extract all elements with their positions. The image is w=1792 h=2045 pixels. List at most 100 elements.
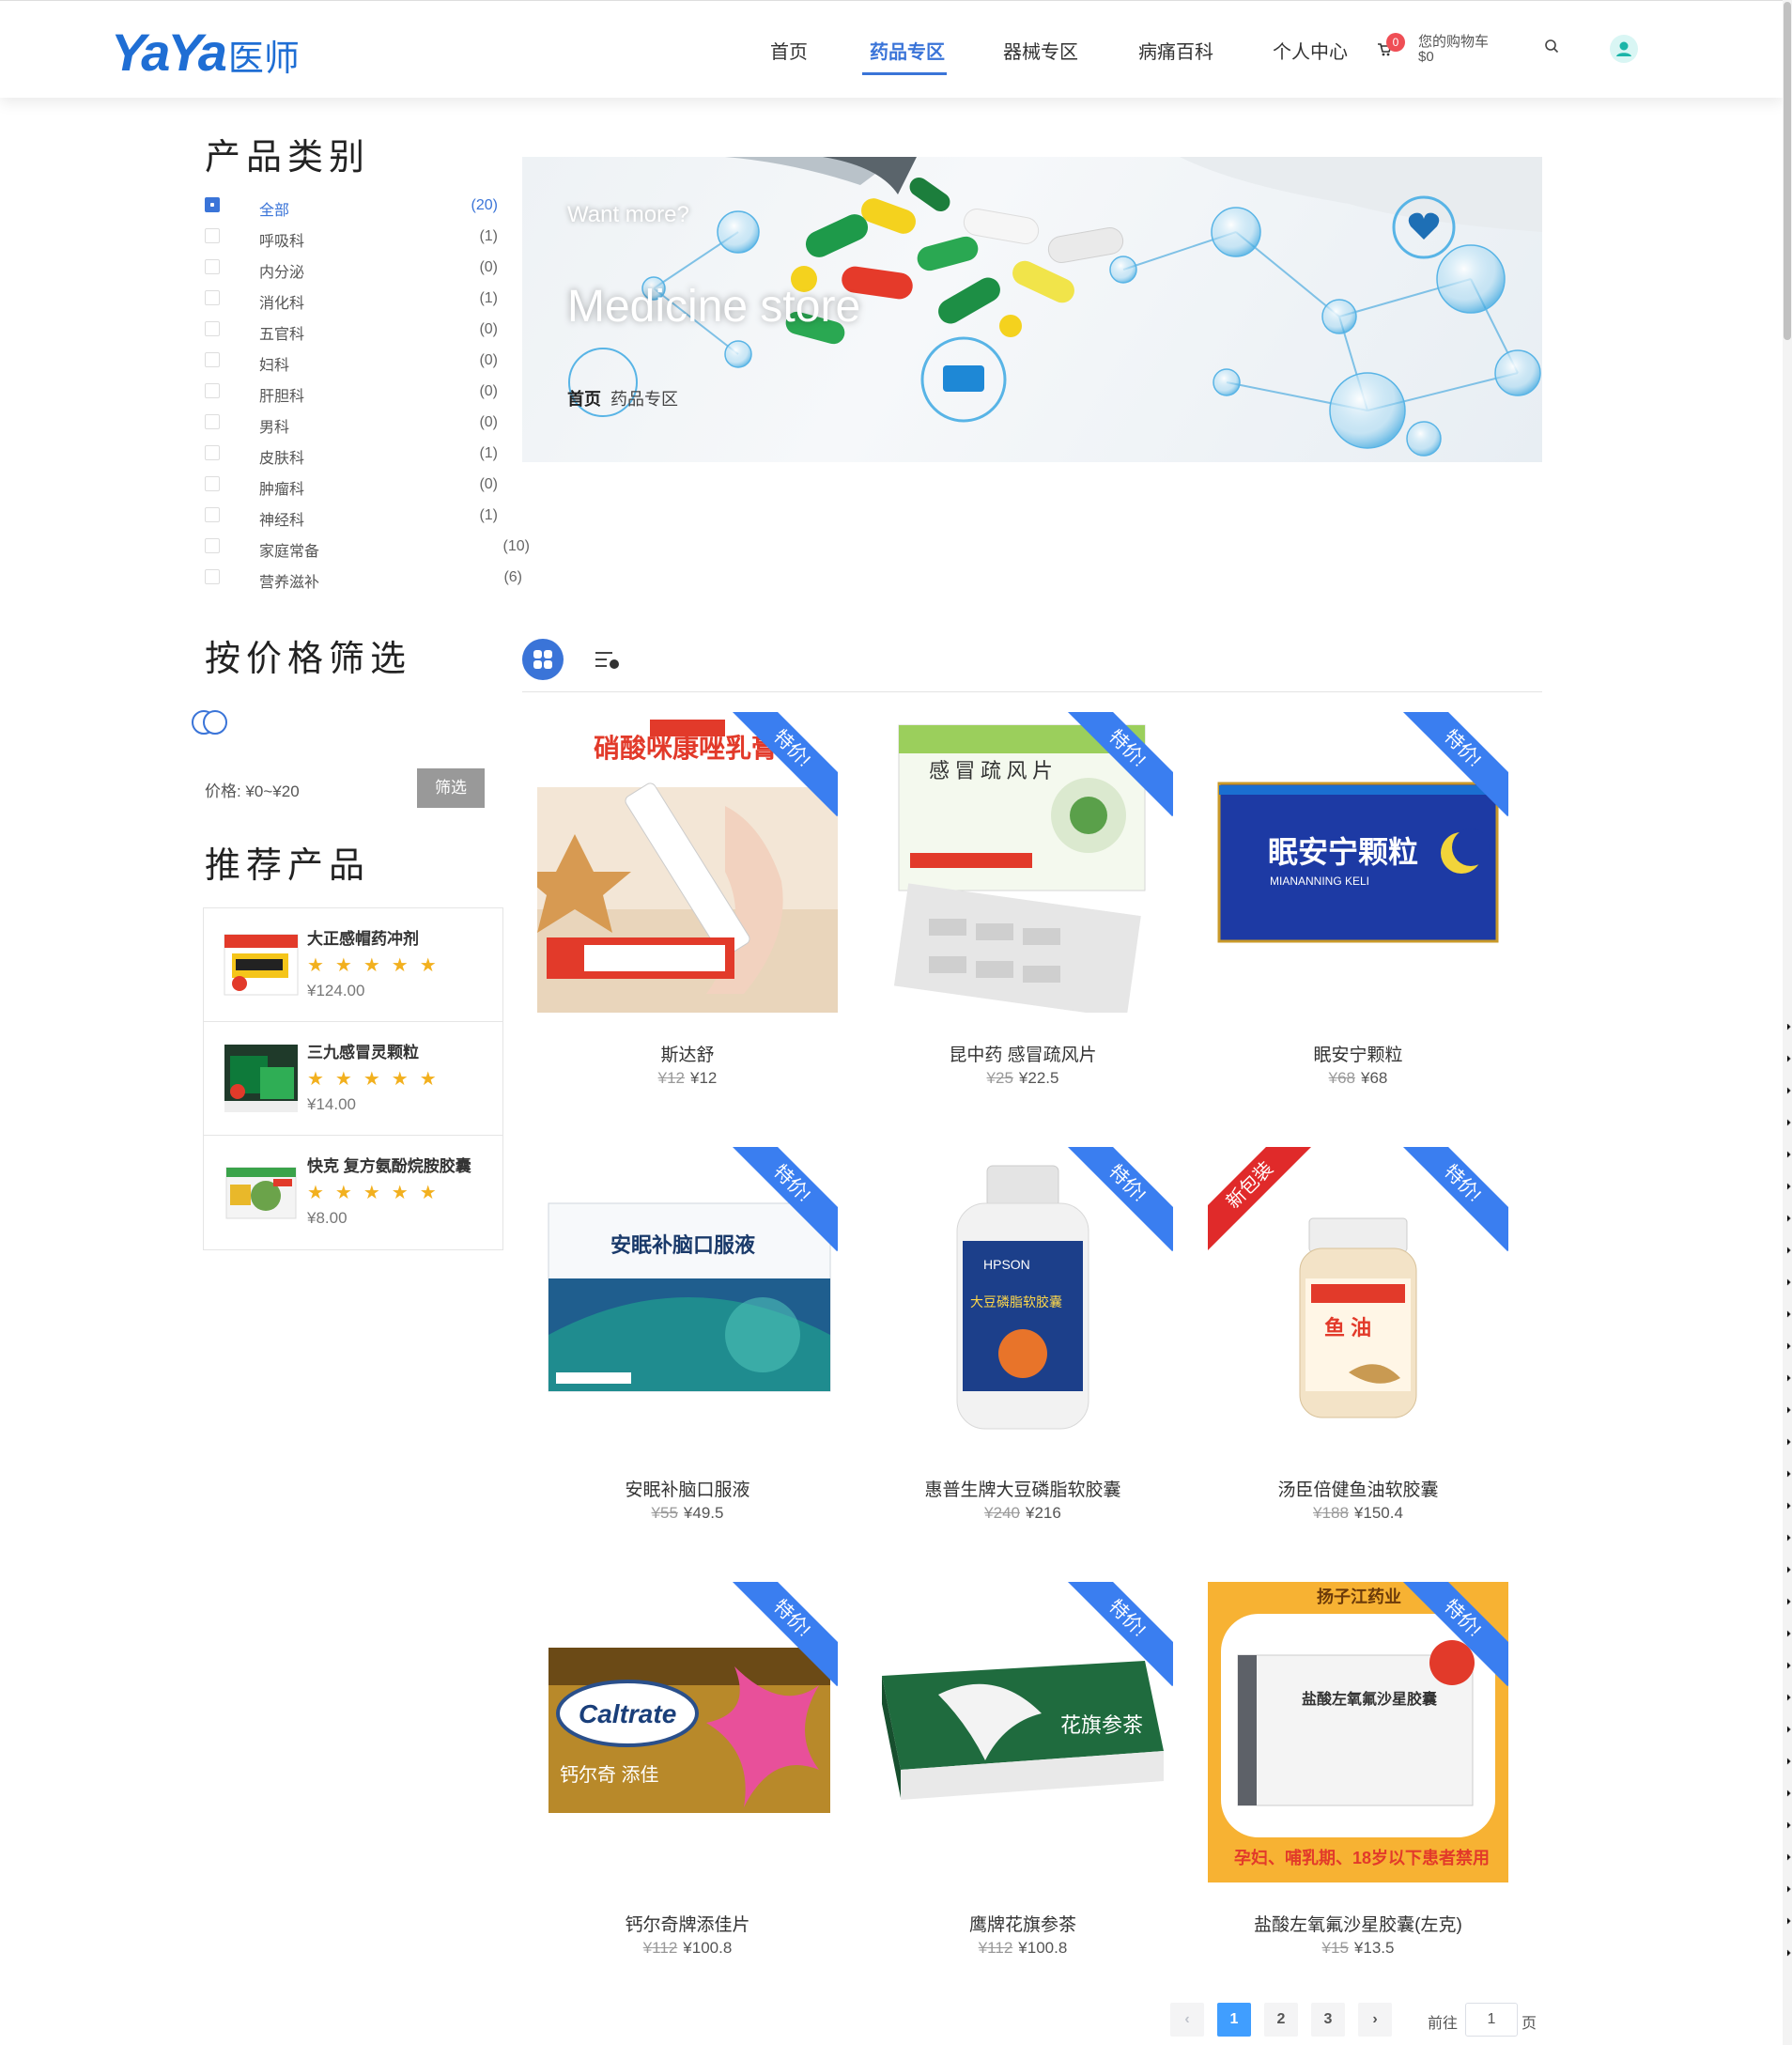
category-item[interactable]: 营养滋补 (6) — [205, 565, 543, 596]
nav-encyclopedia[interactable]: 病痛百科 — [1138, 37, 1213, 64]
original-price: ¥68 — [1328, 1069, 1355, 1087]
recommended-item[interactable]: 快克 复方氨酚烷胺胶囊 ★★★★★ ¥8.00 — [204, 1136, 502, 1249]
category-item-all[interactable]: 全部 (20) — [205, 194, 543, 225]
category-item[interactable]: 神经科 (1) — [205, 504, 543, 534]
product-thumbnail[interactable] — [223, 925, 300, 1002]
category-item[interactable]: 男科 (0) — [205, 411, 543, 442]
search-icon[interactable] — [1544, 39, 1559, 54]
category-checkbox[interactable] — [205, 259, 220, 274]
product-name[interactable]: 钙尔奇牌添佳片 — [537, 1911, 838, 1936]
original-price: ¥25 — [986, 1069, 1013, 1087]
category-item[interactable]: 五官科 (0) — [205, 318, 543, 349]
nav-medicine[interactable]: 药品专区 — [870, 37, 945, 64]
category-checkbox[interactable] — [205, 476, 220, 491]
sale-ribbon: 特价! — [1060, 1147, 1173, 1260]
breadcrumb: 首页 药品专区 — [567, 386, 678, 411]
product-price: ¥112 ¥100.8 — [873, 1939, 1173, 1958]
product-name[interactable]: 惠普生牌大豆磷脂软胶囊 — [873, 1476, 1173, 1501]
prev-page-button[interactable]: ‹ — [1170, 2003, 1204, 2037]
nav-devices[interactable]: 器械专区 — [1003, 37, 1078, 64]
price-filter-title: 按价格筛选 — [205, 638, 412, 679]
category-count: (1) — [479, 290, 498, 306]
sale-badge: 特价! — [725, 712, 838, 817]
product-name[interactable]: 汤臣倍健鱼油软胶囊 — [1208, 1476, 1508, 1501]
category-name: 男科 — [259, 420, 290, 436]
price-slider-max-handle[interactable] — [203, 710, 227, 735]
product-image[interactable]: HPSON 大豆磷脂软胶囊 特价! — [873, 1147, 1173, 1448]
scrollbar-thumb[interactable] — [1784, 2, 1791, 340]
category-checkbox[interactable] — [205, 290, 220, 305]
category-item[interactable]: 肿瘤科 (0) — [205, 473, 543, 504]
grid-view-icon[interactable] — [522, 639, 564, 680]
sale-ribbon: 特价! — [1396, 1582, 1508, 1695]
user-icon[interactable] — [1610, 35, 1638, 63]
category-checkbox[interactable] — [205, 352, 220, 367]
recommended-item[interactable]: 大正感帽药冲剂 ★★★★★ ¥124.00 — [204, 908, 502, 1022]
product-image[interactable]: 花旗参茶 特价! — [873, 1582, 1173, 1882]
svg-text:感 冒 疏 风 片: 感 冒 疏 风 片 — [929, 759, 1053, 782]
svg-text:HPSON: HPSON — [983, 1257, 1030, 1272]
category-checkbox[interactable] — [205, 383, 220, 398]
product-name[interactable]: 昆中药 感冒疏风片 — [873, 1041, 1173, 1066]
product-thumbnail[interactable] — [223, 1153, 300, 1230]
recommended-price: ¥14.00 — [307, 1095, 356, 1113]
category-item[interactable]: 妇科 (0) — [205, 349, 543, 380]
site-logo[interactable]: YaYa 医师 — [111, 22, 300, 83]
product-image[interactable]: 眠安宁颗粒 MIANANNING KELI 特价! — [1208, 712, 1508, 1013]
product-image[interactable]: 硝酸咪康唑乳膏 特价! — [537, 712, 838, 1013]
nav-active-underline — [862, 72, 947, 75]
svg-text:孕妇、哺乳期、18岁以下患者禁用: 孕妇、哺乳期、18岁以下患者禁用 — [1234, 1848, 1490, 1867]
category-checkbox[interactable] — [205, 228, 220, 243]
recommended-name[interactable]: 三九感冒灵颗粒 — [307, 1039, 419, 1062]
product-image[interactable]: 扬子江药业 盐酸左氧氟沙星胶囊 孕妇、哺乳期、18岁以下患者禁用 特价! — [1208, 1582, 1508, 1882]
category-item[interactable]: 内分泌 (0) — [205, 256, 543, 287]
category-checkbox[interactable] — [205, 538, 220, 553]
product-price: ¥55 ¥49.5 — [537, 1504, 838, 1523]
nav-profile[interactable]: 个人中心 — [1273, 37, 1348, 64]
category-item[interactable]: 家庭常备 (10) — [205, 534, 543, 565]
product-name[interactable]: 斯达舒 — [537, 1041, 838, 1066]
recommended-name[interactable]: 快克 复方氨酚烷胺胶囊 — [307, 1153, 471, 1176]
logo-latin: YaYa — [111, 23, 227, 82]
recommended-list: 大正感帽药冲剂 ★★★★★ ¥124.00 三九感冒灵颗粒 ★★★★★ ¥14.… — [203, 907, 503, 1250]
product-name[interactable]: 安眠补脑口服液 — [537, 1476, 838, 1501]
category-item[interactable]: 呼吸科 (1) — [205, 225, 543, 256]
price-slider[interactable] — [192, 710, 229, 736]
breadcrumb-home[interactable]: 首页 — [567, 390, 601, 409]
category-item[interactable]: 皮肤科 (1) — [205, 442, 543, 473]
category-item[interactable]: 消化科 (1) — [205, 287, 543, 318]
category-name: 内分泌 — [259, 265, 305, 281]
category-checkbox[interactable] — [205, 445, 220, 460]
category-item[interactable]: 肝胆科 (0) — [205, 380, 543, 411]
category-checkbox[interactable] — [205, 321, 220, 336]
category-checkbox[interactable] — [205, 414, 220, 429]
product-name[interactable]: 盐酸左氧氟沙星胶囊(左克) — [1208, 1911, 1508, 1936]
filter-button[interactable]: 筛选 — [417, 768, 485, 808]
page-button-3[interactable]: 3 — [1311, 2003, 1345, 2037]
category-name: 消化科 — [259, 296, 305, 312]
category-checkbox[interactable] — [205, 197, 220, 212]
goto-page-input[interactable] — [1465, 2003, 1518, 2037]
recommended-name[interactable]: 大正感帽药冲剂 — [307, 925, 419, 949]
recommended-item[interactable]: 三九感冒灵颗粒 ★★★★★ ¥14.00 — [204, 1022, 502, 1136]
category-count: (1) — [479, 228, 498, 244]
page-button-1[interactable]: 1 — [1217, 2003, 1251, 2037]
product-name[interactable]: 眠安宁颗粒 — [1208, 1041, 1508, 1066]
product-image[interactable]: Caltrate 钙尔奇 添佳 特价! — [537, 1582, 838, 1882]
nav-home[interactable]: 首页 — [770, 37, 808, 64]
category-checkbox[interactable] — [205, 507, 220, 522]
category-checkbox[interactable] — [205, 569, 220, 584]
product-image[interactable]: 鱼 油 新包装 特价! — [1208, 1147, 1508, 1448]
category-count: (0) — [479, 476, 498, 492]
next-page-button[interactable]: › — [1358, 2003, 1392, 2037]
recommended-price: ¥124.00 — [307, 982, 365, 999]
list-view-icon[interactable] — [594, 650, 622, 671]
page-button-2[interactable]: 2 — [1264, 2003, 1298, 2037]
product-image[interactable]: 感 冒 疏 风 片 特价! — [873, 712, 1173, 1013]
product-image[interactable]: 安眠补脑口服液 特价! — [537, 1147, 838, 1448]
product-name[interactable]: 鹰牌花旗参茶 — [873, 1911, 1173, 1936]
category-title: 产品类别 — [205, 136, 371, 178]
product-thumbnail[interactable] — [223, 1039, 300, 1116]
svg-text:钙尔奇 添佳: 钙尔奇 添佳 — [560, 1764, 659, 1786]
cart-label: 您的购物车 — [1418, 34, 1490, 50]
